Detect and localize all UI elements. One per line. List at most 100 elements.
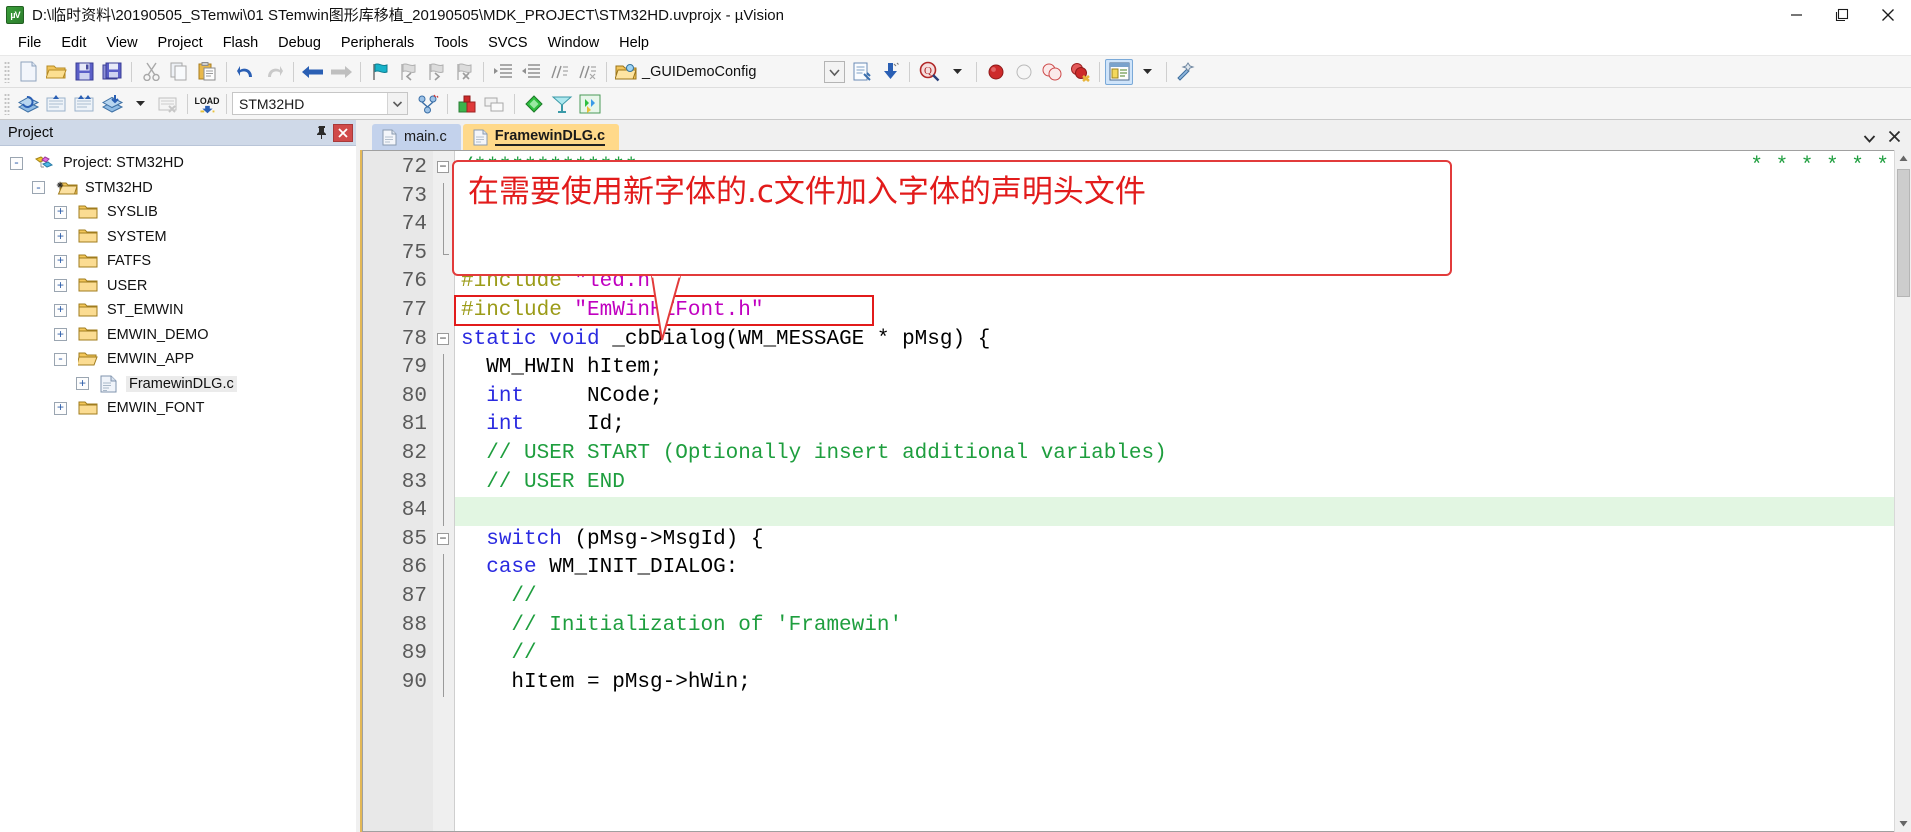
load-icon[interactable]: LOAD: [193, 91, 221, 117]
open-file-icon[interactable]: [42, 59, 70, 85]
breakpoint-insert-icon[interactable]: [982, 59, 1010, 85]
expand-toggle-icon[interactable]: +: [76, 377, 89, 391]
close-button[interactable]: [1865, 0, 1911, 30]
fold-collapse-icon[interactable]: −: [437, 532, 449, 545]
redo-icon[interactable]: [260, 59, 288, 85]
navigate-back-icon[interactable]: [299, 59, 327, 85]
menu-flash[interactable]: Flash: [213, 32, 268, 54]
minimize-button[interactable]: [1773, 0, 1819, 30]
collapse-toggle-icon[interactable]: -: [10, 156, 23, 170]
scroll-thumb[interactable]: [1896, 169, 1910, 297]
find-in-files-icon[interactable]: Q: [915, 59, 943, 85]
indent-icon[interactable]: [489, 59, 517, 85]
expand-toggle-icon[interactable]: +: [54, 303, 67, 317]
tabstrip-close-icon[interactable]: [1888, 130, 1901, 146]
chevron-down-icon[interactable]: [387, 93, 407, 114]
expand-toggle-icon[interactable]: +: [54, 401, 67, 415]
code-line[interactable]: switch (pMsg->MsgId) {: [455, 526, 1894, 555]
build-dropdown-icon[interactable]: [126, 91, 154, 117]
tree-item-fatfs[interactable]: + FATFS: [0, 249, 356, 274]
code-line[interactable]: hItem = pMsg->hWin;: [455, 669, 1894, 698]
find-dropdown-icon[interactable]: [943, 59, 971, 85]
build-icon[interactable]: [14, 91, 42, 117]
scroll-down-button[interactable]: [1894, 815, 1911, 832]
configuration-wizard-icon[interactable]: [1172, 59, 1200, 85]
toolbar-grip-2[interactable]: [4, 92, 10, 115]
expand-toggle-icon[interactable]: +: [54, 205, 67, 219]
translate-icon[interactable]: [98, 91, 126, 117]
pack-installer-icon[interactable]: [520, 91, 548, 117]
cut-icon[interactable]: [137, 59, 165, 85]
uncomment-icon[interactable]: [573, 59, 601, 85]
code-line[interactable]: //: [455, 640, 1894, 669]
breakpoint-disable-icon[interactable]: [1010, 59, 1038, 85]
download-icon[interactable]: [876, 59, 904, 85]
close-icon[interactable]: [333, 123, 353, 142]
manage-project-items-icon2[interactable]: [481, 91, 509, 117]
expand-toggle-icon[interactable]: +: [54, 328, 67, 342]
expand-toggle-icon[interactable]: +: [54, 230, 67, 244]
expand-toggle-icon[interactable]: +: [54, 279, 67, 293]
tree-item-emwin-app[interactable]: - EMWIN_APP: [0, 347, 356, 372]
new-file-icon[interactable]: [14, 59, 42, 85]
build-all-icon[interactable]: [70, 91, 98, 117]
manage-run-time-environment-icon[interactable]: [414, 91, 442, 117]
code-line[interactable]: // Initialization of 'Framewin': [455, 612, 1894, 641]
maximize-button[interactable]: [1819, 0, 1865, 30]
manage-windows-icon[interactable]: [1105, 58, 1134, 85]
menu-help[interactable]: Help: [609, 32, 659, 54]
target-select[interactable]: STM32HD: [232, 92, 408, 115]
menu-window[interactable]: Window: [538, 32, 610, 54]
copy-icon[interactable]: [165, 59, 193, 85]
manage-project-items-icon[interactable]: [848, 59, 876, 85]
bookmark-toggle-icon[interactable]: [366, 59, 394, 85]
code-editor[interactable]: 72 73 74 75 76 77 78 79 80 81 82 83 84 85 86 87 88 89 90 −…: [360, 150, 1911, 832]
editor-vertical-scrollbar[interactable]: [1894, 150, 1911, 832]
scroll-up-button[interactable]: [1894, 150, 1911, 167]
save-icon[interactable]: [70, 59, 98, 85]
outdent-icon[interactable]: [517, 59, 545, 85]
manage-windows-dropdown-icon[interactable]: [1133, 59, 1161, 85]
tree-item-system[interactable]: + SYSTEM: [0, 225, 356, 250]
tree-item-st-emwin[interactable]: + ST_EMWIN: [0, 298, 356, 323]
manage-runtime-icon[interactable]: [576, 91, 604, 117]
menu-edit[interactable]: Edit: [51, 32, 96, 54]
expand-toggle-icon[interactable]: +: [54, 254, 67, 268]
paste-icon[interactable]: [193, 59, 221, 85]
tree-item-framewindlg-c[interactable]: + FramewinDLG.c: [0, 372, 356, 397]
menu-peripherals[interactable]: Peripherals: [331, 32, 424, 54]
tree-item-stm32hd[interactable]: - STM32HD: [0, 176, 356, 201]
tree-item-syslib[interactable]: + SYSLIB: [0, 200, 356, 225]
tree-item-emwin-font[interactable]: + EMWIN_FONT: [0, 396, 356, 421]
navigate-forward-icon[interactable]: [327, 59, 355, 85]
tab-framewindlg-c[interactable]: FramewinDLG.c: [462, 124, 620, 150]
books-icon[interactable]: [548, 91, 576, 117]
undo-icon[interactable]: [232, 59, 260, 85]
rebuild-icon[interactable]: [42, 91, 70, 117]
pin-icon[interactable]: [313, 123, 331, 143]
tree-item-user[interactable]: + USER: [0, 274, 356, 299]
collapse-toggle-icon[interactable]: -: [32, 181, 45, 195]
menu-debug[interactable]: Debug: [268, 32, 331, 54]
menu-view[interactable]: View: [96, 32, 147, 54]
code-line[interactable]: case WM_INIT_DIALOG:: [455, 554, 1894, 583]
save-all-icon[interactable]: [98, 59, 126, 85]
code-line[interactable]: [455, 497, 1894, 526]
target-options-icon2[interactable]: [453, 91, 481, 117]
menu-svcs[interactable]: SVCS: [478, 32, 538, 54]
bookmark-clear-icon[interactable]: [450, 59, 478, 85]
target-options-icon[interactable]: [612, 59, 640, 85]
breakpoint-kill-all-icon[interactable]: [1066, 59, 1094, 85]
menu-project[interactable]: Project: [148, 32, 213, 54]
tabstrip-dropdown-icon[interactable]: [1863, 130, 1876, 146]
target-combo-dropdown[interactable]: [820, 59, 848, 85]
breakpoint-disable-all-icon[interactable]: [1038, 59, 1066, 85]
toolbar-grip[interactable]: [4, 60, 10, 83]
comment-icon[interactable]: [545, 59, 573, 85]
stop-build-icon[interactable]: [154, 91, 182, 117]
tab-main-c[interactable]: main.c: [372, 124, 461, 150]
code-line[interactable]: //: [455, 583, 1894, 612]
bookmark-next-icon[interactable]: [422, 59, 450, 85]
collapse-toggle-icon[interactable]: -: [54, 352, 67, 366]
tree-item-emwin-demo[interactable]: + EMWIN_DEMO: [0, 323, 356, 348]
